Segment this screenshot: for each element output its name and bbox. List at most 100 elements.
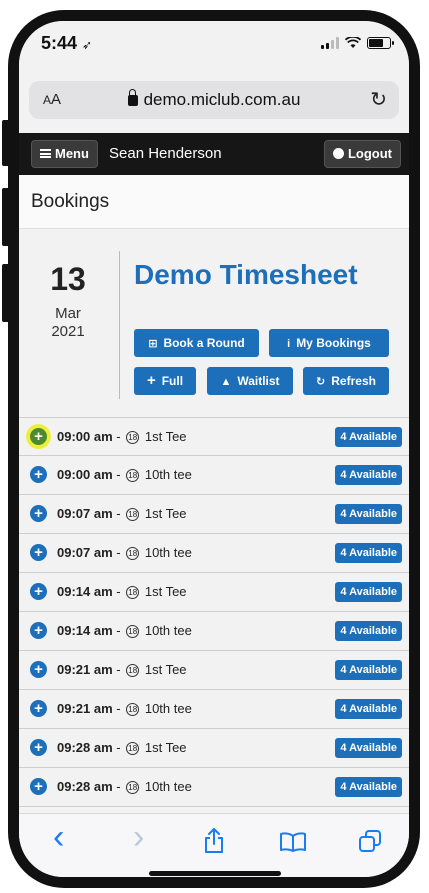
tee-time: 09:00 am — [57, 467, 113, 482]
url-display[interactable]: demo.miclub.com.au — [29, 89, 399, 110]
holes-icon: 18 — [126, 508, 140, 521]
page-title-bar: Bookings — [19, 175, 409, 229]
holes-icon: 18 — [126, 431, 140, 444]
refresh-button[interactable]: ↻ Refresh — [303, 367, 389, 395]
tee-name: 10th tee — [144, 701, 192, 716]
add-booking-icon[interactable]: + — [30, 661, 47, 678]
holes-icon: 18 — [126, 547, 140, 560]
tee-time: 09:21 am — [57, 701, 113, 716]
tee-separator: - — [112, 545, 125, 560]
tee-separator: - — [112, 506, 125, 521]
tee-row-text: 09:14 am - 18 10th tee — [57, 623, 192, 639]
holes-icon: 18 — [126, 664, 140, 677]
tee-row[interactable]: + 09:28 am - 18 10th tee 4 Available — [19, 768, 409, 807]
tabs-icon[interactable] — [359, 830, 381, 852]
add-booking-icon[interactable]: + — [30, 622, 47, 639]
my-bookings-button[interactable]: i My Bookings — [269, 329, 389, 357]
tee-name: 10th tee — [144, 467, 192, 482]
add-booking-icon[interactable]: + — [30, 700, 47, 717]
location-icon: ➶ — [82, 38, 93, 52]
tee-row-text: 09:07 am - 18 10th tee — [57, 545, 192, 561]
tee-row-text: 09:21 am - 18 1st Tee — [57, 662, 187, 678]
waitlist-label: Waitlist — [237, 374, 280, 388]
share-icon[interactable] — [203, 828, 225, 854]
tee-row[interactable]: + 09:21 am - 18 1st Tee 4 Available — [19, 651, 409, 690]
menu-button[interactable]: Menu — [31, 140, 98, 168]
tee-row[interactable]: + 09:14 am - 18 1st Tee 4 Available — [19, 573, 409, 612]
forward-icon[interactable]: › — [133, 820, 144, 854]
browser-toolbar: ‹ › — [19, 813, 409, 877]
tee-row[interactable]: + 09:00 am - 18 10th tee 4 Available — [19, 456, 409, 495]
tee-row[interactable]: + 09:00 am - 18 1st Tee 4 Available — [19, 417, 409, 456]
availability-badge[interactable]: 4 Available — [335, 582, 402, 602]
holes-icon: 18 — [126, 742, 140, 755]
volume-up-button — [2, 188, 12, 246]
add-booking-icon[interactable]: + — [30, 583, 47, 600]
availability-badge[interactable]: 4 Available — [335, 660, 402, 680]
add-booking-icon[interactable]: + — [30, 544, 47, 561]
reload-icon[interactable]: ↻ — [370, 87, 387, 112]
tee-separator: - — [112, 429, 125, 444]
tee-time-list: + 09:00 am - 18 1st Tee 4 Available + 09… — [19, 417, 409, 813]
tee-name: 1st Tee — [144, 662, 187, 677]
address-bar[interactable]: AA demo.miclub.com.au ↻ — [29, 81, 399, 119]
availability-badge[interactable]: 4 Available — [335, 543, 402, 563]
status-icons — [321, 37, 394, 49]
availability-badge[interactable]: 4 Available — [335, 777, 402, 797]
logout-button[interactable]: Logout — [323, 140, 401, 168]
hamburger-icon — [40, 149, 51, 158]
tee-separator: - — [112, 779, 125, 794]
tee-row[interactable]: + 09:07 am - 18 1st Tee 4 Available — [19, 495, 409, 534]
header-divider — [119, 251, 120, 399]
availability-badge[interactable]: 4 Available — [335, 465, 402, 485]
user-name: Sean Henderson — [109, 145, 222, 162]
tee-row[interactable]: + 09:28 am - 18 1st Tee 4 Available — [19, 729, 409, 768]
time-text: 5:44 — [41, 33, 78, 53]
availability-badge[interactable]: 4 Available — [335, 504, 402, 524]
volume-down-button — [2, 264, 12, 322]
bookmarks-icon[interactable] — [279, 832, 307, 852]
home-indicator — [149, 871, 281, 876]
tee-row-text: 09:14 am - 18 1st Tee — [57, 584, 187, 600]
wifi-icon — [345, 37, 361, 48]
date-month: Mar — [55, 305, 81, 322]
my-bookings-label: My Bookings — [296, 336, 371, 350]
tee-row[interactable]: + 09:07 am - 18 10th tee 4 Available — [19, 534, 409, 573]
waitlist-button[interactable]: ▲ Waitlist — [207, 367, 293, 395]
availability-badge[interactable]: 4 Available — [335, 621, 402, 641]
tee-separator: - — [112, 584, 125, 599]
signal-icon — [321, 37, 339, 49]
tee-time: 09:28 am — [57, 740, 113, 755]
lock-icon — [127, 89, 138, 106]
holes-icon: 18 — [126, 703, 140, 716]
tee-row-text: 09:00 am - 18 10th tee — [57, 467, 192, 483]
tee-time: 09:14 am — [57, 584, 113, 599]
url-text: demo.miclub.com.au — [143, 90, 301, 109]
availability-badge[interactable]: 4 Available — [335, 699, 402, 719]
tee-row-text: 09:21 am - 18 10th tee — [57, 701, 192, 717]
full-button[interactable]: + Full — [134, 367, 196, 395]
tee-separator: - — [112, 662, 125, 677]
availability-badge[interactable]: 4 Available — [335, 738, 402, 758]
tee-time: 09:07 am — [57, 506, 113, 521]
tee-name: 10th tee — [144, 779, 192, 794]
info-icon: i — [287, 338, 291, 350]
mute-switch — [2, 120, 12, 166]
tee-name: 1st Tee — [144, 584, 187, 599]
timesheet-title: Demo Timesheet — [134, 259, 358, 290]
holes-icon: 18 — [126, 586, 140, 599]
date-day: 13 — [50, 261, 86, 297]
add-booking-icon[interactable]: + — [30, 739, 47, 756]
tee-row[interactable]: + 09:14 am - 18 10th tee 4 Available — [19, 612, 409, 651]
back-icon[interactable]: ‹ — [53, 820, 64, 854]
refresh-label: Refresh — [331, 374, 376, 388]
tee-time: 09:28 am — [57, 779, 113, 794]
book-a-round-button[interactable]: ⊞ Book a Round — [134, 329, 259, 357]
add-booking-icon[interactable]: + — [30, 428, 47, 445]
add-booking-icon[interactable]: + — [30, 505, 47, 522]
add-booking-icon[interactable]: + — [30, 778, 47, 795]
add-booking-icon[interactable]: + — [30, 466, 47, 483]
availability-badge[interactable]: 4 Available — [335, 427, 402, 447]
tee-row[interactable]: + 09:21 am - 18 10th tee 4 Available — [19, 690, 409, 729]
tee-name: 1st Tee — [144, 429, 187, 444]
